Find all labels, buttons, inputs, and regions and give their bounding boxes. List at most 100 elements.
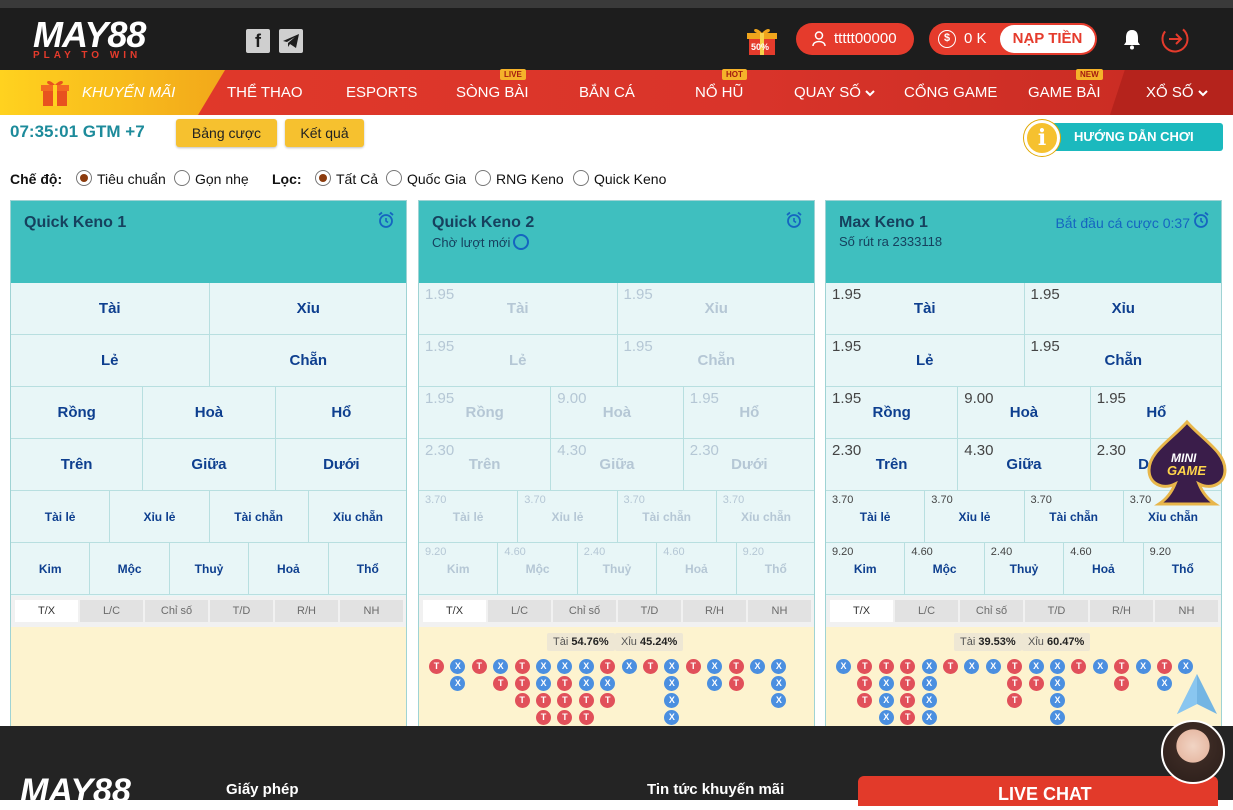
bet-option-hoa[interactable]: Hoà bbox=[143, 387, 276, 439]
bet-option-chan[interactable]: Chẵn bbox=[210, 335, 407, 387]
bet-option-le[interactable]: 1.95 Lẻ bbox=[826, 335, 1025, 387]
nav-lottery[interactable]: XỔ SỐ bbox=[1110, 70, 1233, 115]
bet-option-hoa5[interactable]: 4.60 Hoả bbox=[1064, 543, 1144, 595]
roadmap-tab[interactable]: L/C bbox=[895, 600, 958, 622]
roadmap-ball-tai: T bbox=[643, 659, 658, 674]
bet-row: Kim Mộc Thuỷ Hoả Thổ bbox=[11, 543, 406, 595]
bet-option-thuy[interactable]: Thuỷ bbox=[170, 543, 250, 595]
bet-option-xiu[interactable]: 1.95 Xỉu bbox=[1025, 283, 1222, 335]
nav-card-games[interactable]: GAME BÀI NEW bbox=[1028, 69, 1103, 115]
bet-name: Lẻ bbox=[508, 352, 527, 369]
roadmap-tab[interactable]: L/C bbox=[488, 600, 551, 622]
bet-option-rong[interactable]: Rồng bbox=[11, 387, 144, 439]
promo-50-label: 50% bbox=[751, 42, 770, 52]
bet-option-ho[interactable]: Hổ bbox=[276, 387, 406, 439]
bet-option-taile[interactable]: 3.70 Tài lẻ bbox=[826, 491, 926, 543]
nav-lottery-draw[interactable]: QUAY SỐ bbox=[794, 70, 875, 115]
roadmap-tab[interactable]: R/H bbox=[683, 600, 746, 622]
nav-fishing[interactable]: BẮN CÁ bbox=[579, 70, 635, 115]
roadmap-tab[interactable]: NH bbox=[1155, 600, 1218, 622]
mini-game-button[interactable]: MINI GAME bbox=[1141, 418, 1233, 510]
roadmap-ball-xiu: X bbox=[771, 659, 787, 674]
roadmap-tab[interactable]: Chỉ số bbox=[553, 600, 616, 622]
bet-option-taichan[interactable]: 3.70 Tài chẵn bbox=[1025, 491, 1124, 543]
bet-option-duoi[interactable]: Dưới bbox=[276, 439, 406, 491]
bet-option-xiu[interactable]: Xỉu bbox=[210, 283, 407, 335]
nav-slots[interactable]: NỔ HŨ HOT bbox=[695, 69, 747, 115]
site-logo[interactable]: MAY88 PLAY TO WIN bbox=[33, 17, 178, 62]
mode-light-radio[interactable]: Gọn nhẹ bbox=[174, 170, 249, 188]
roadmap-tab[interactable]: NH bbox=[748, 600, 811, 622]
panel-title: Quick Keno 2 bbox=[432, 214, 535, 231]
bet-row: Rồng Hoà Hổ bbox=[11, 387, 406, 439]
roadmap-tab[interactable]: R/H bbox=[275, 600, 338, 622]
roadmap-tabs: T/X L/C Chỉ số T/D R/H NH bbox=[419, 596, 814, 627]
nav-promotions[interactable]: KHUYẾN MÃI bbox=[0, 70, 225, 115]
bet-option-tai[interactable]: Tài bbox=[11, 283, 210, 335]
bet-option-tren[interactable]: Trên bbox=[11, 439, 144, 491]
bet-option-giua[interactable]: Giữa bbox=[143, 439, 276, 491]
bet-option-tho[interactable]: 9.20 Thổ bbox=[1144, 543, 1221, 595]
scroll-up-icon[interactable] bbox=[1173, 672, 1221, 721]
roadmap-ball-xiu: X bbox=[1050, 659, 1065, 674]
nav-esports[interactable]: ESPORTS bbox=[346, 70, 417, 115]
bet-option-xiule[interactable]: 3.70 Xỉu lẻ bbox=[925, 491, 1025, 543]
bet-option-giua[interactable]: 4.30 Giữa bbox=[958, 439, 1091, 491]
nav-game-portal[interactable]: CỔNG GAME bbox=[904, 70, 997, 115]
roadmap-tab[interactable]: Chỉ số bbox=[960, 600, 1023, 622]
roadmap-tab[interactable]: T/D bbox=[618, 600, 681, 622]
bet-option-le[interactable]: Lẻ bbox=[11, 335, 210, 387]
alarm-clock-icon[interactable] bbox=[377, 211, 395, 234]
bet-option-hoa[interactable]: 9.00 Hoà bbox=[958, 387, 1091, 439]
bet-option-chan[interactable]: 1.95 Chẵn bbox=[1025, 335, 1222, 387]
facebook-icon[interactable]: f bbox=[246, 29, 270, 53]
roadmap-ball-xiu: X bbox=[1092, 659, 1108, 674]
mode-standard-radio[interactable]: Tiêu chuẩn bbox=[76, 170, 166, 188]
bet-option-kim[interactable]: 9.20 Kim bbox=[826, 543, 906, 595]
roadmap-tab[interactable]: T/D bbox=[1025, 600, 1088, 622]
telegram-icon[interactable] bbox=[279, 29, 303, 53]
roadmap-tab[interactable]: R/H bbox=[1090, 600, 1153, 622]
promo-50-gift-icon[interactable]: 50% bbox=[745, 25, 779, 57]
filter-rng-keno-radio[interactable]: RNG Keno bbox=[475, 170, 564, 188]
radio-label: RNG Keno bbox=[496, 171, 564, 187]
filter-national-radio[interactable]: Quốc Gia bbox=[386, 170, 466, 188]
bet-option-xiuchan[interactable]: Xỉu chẵn bbox=[309, 491, 406, 543]
bet-option-xiu: 1.95 Xỉu bbox=[618, 283, 815, 335]
roadmap-tab[interactable]: NH bbox=[340, 600, 403, 622]
bet-option-rong[interactable]: 1.95 Rồng bbox=[826, 387, 959, 439]
nav-sports[interactable]: THỂ THAO bbox=[227, 70, 303, 115]
how-to-play-button[interactable]: HƯỚNG DẪN CHƠI i bbox=[1024, 120, 1223, 156]
bet-option-kim[interactable]: Kim bbox=[11, 543, 91, 595]
bet-option-taile[interactable]: Tài lẻ bbox=[11, 491, 111, 543]
bet-option-tren[interactable]: 2.30 Trên bbox=[826, 439, 959, 491]
bet-option-taichan[interactable]: Tài chẵn bbox=[210, 491, 309, 543]
bet-option-xiule[interactable]: Xỉu lẻ bbox=[110, 491, 210, 543]
deposit-button[interactable]: NẠP TIỀN bbox=[1000, 25, 1095, 53]
bet-option-tai[interactable]: 1.95 Tài bbox=[826, 283, 1025, 335]
roadmap-tab[interactable]: T/X bbox=[423, 600, 486, 622]
bet-table-button[interactable]: Bảng cược bbox=[176, 119, 277, 147]
roadmap-tab[interactable]: L/C bbox=[80, 600, 143, 622]
alarm-clock-icon[interactable] bbox=[785, 211, 803, 234]
roadmap-tab[interactable]: T/D bbox=[210, 600, 273, 622]
filter-all-radio[interactable]: Tất Cả bbox=[315, 170, 378, 188]
live-chat-button[interactable]: LIVE CHAT bbox=[858, 776, 1218, 806]
support-agent-avatar[interactable] bbox=[1161, 720, 1225, 784]
nav-casino[interactable]: SÒNG BÀI LIVE bbox=[456, 69, 529, 115]
roadmap-tab[interactable]: Chỉ số bbox=[145, 600, 208, 622]
bet-option-tho[interactable]: Thổ bbox=[329, 543, 406, 595]
alarm-clock-icon[interactable] bbox=[1192, 211, 1210, 234]
bell-icon[interactable] bbox=[1122, 28, 1142, 55]
roadmap-tab[interactable]: T/X bbox=[830, 600, 893, 622]
bet-option-thuy[interactable]: 2.40 Thuỷ bbox=[985, 543, 1065, 595]
bet-option-hoa5[interactable]: Hoả bbox=[249, 543, 329, 595]
bet-option-moc[interactable]: 4.60 Mộc bbox=[905, 543, 985, 595]
filter-quick-keno-radio[interactable]: Quick Keno bbox=[573, 170, 666, 188]
user-account-button[interactable]: ttttt00000 bbox=[796, 23, 914, 55]
bet-option-le: 1.95 Lẻ bbox=[419, 335, 618, 387]
results-button[interactable]: Kết quả bbox=[285, 119, 364, 147]
roadmap-tab[interactable]: T/X bbox=[15, 600, 78, 622]
logout-icon[interactable] bbox=[1160, 24, 1190, 59]
bet-option-moc[interactable]: Mộc bbox=[90, 543, 170, 595]
